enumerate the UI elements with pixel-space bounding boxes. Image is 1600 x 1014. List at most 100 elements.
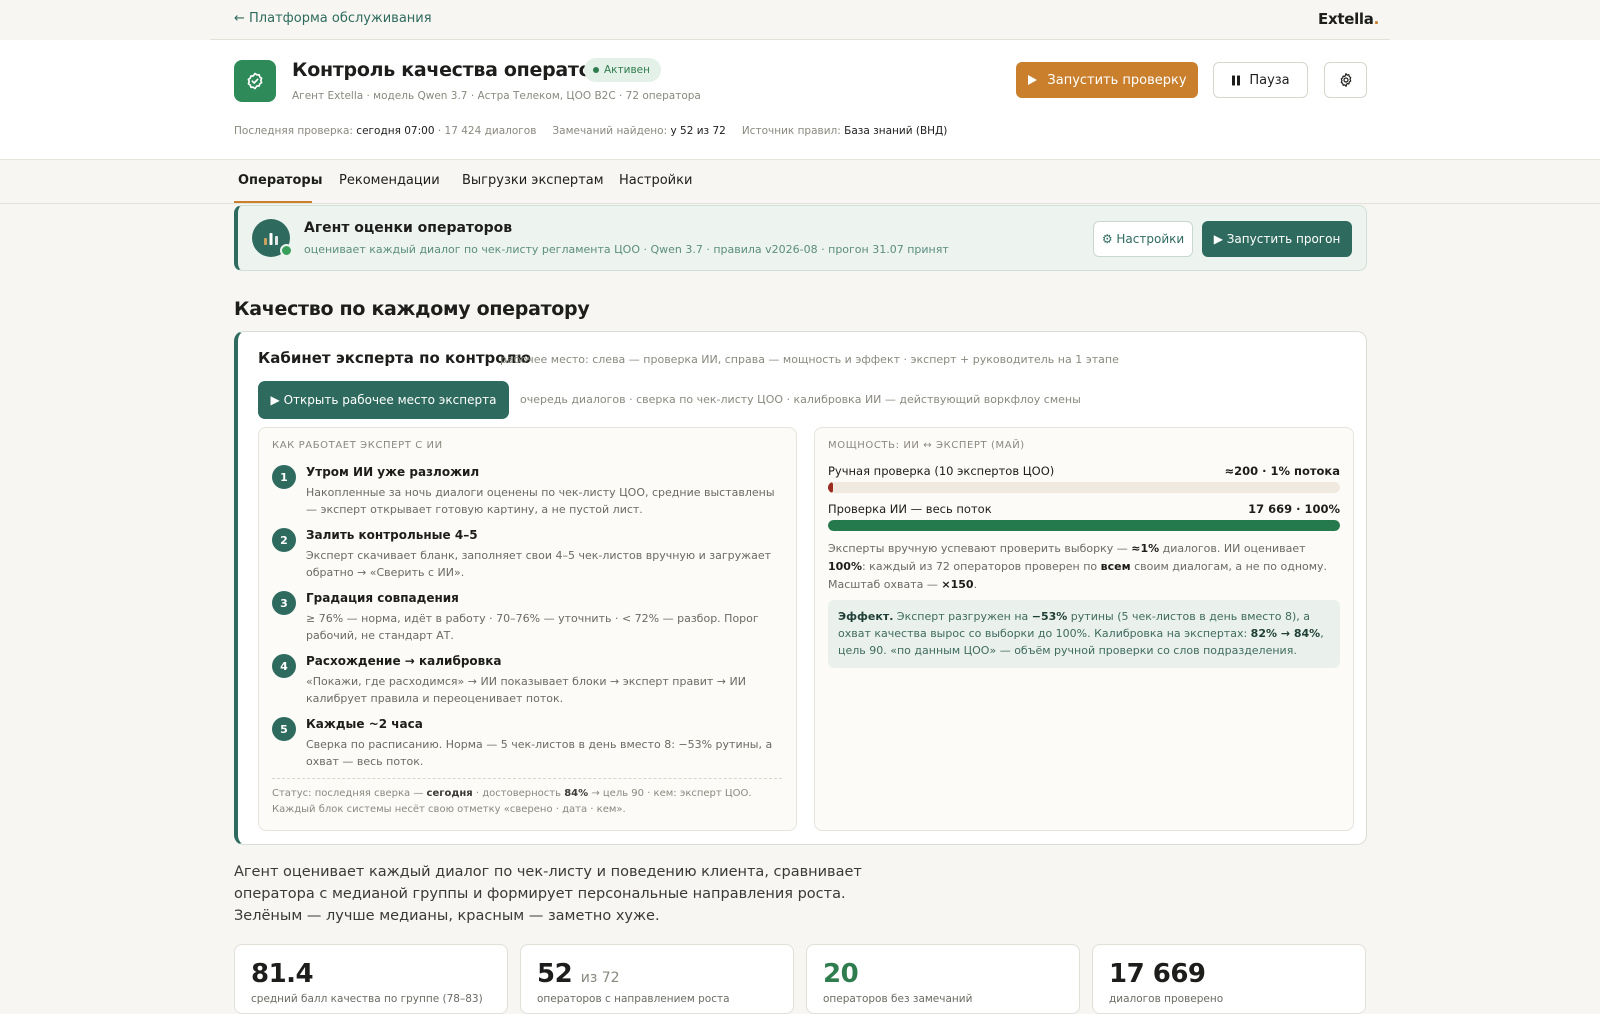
step-text: Эксперт скачивает бланк, заполняет свои … xyxy=(306,549,771,579)
step-title: Градация совпадения xyxy=(306,591,459,605)
meta-issues-value: у 52 из 72 xyxy=(670,125,726,137)
agent-description: оценивает каждый диалог по чек-листу рег… xyxy=(304,243,949,256)
kpi-card: 20 операторов без замечаний xyxy=(806,944,1080,1014)
run-check-label: Запустить проверку xyxy=(1047,72,1187,88)
status-text: Статус: последняя сверка — xyxy=(272,788,427,799)
status-label: Активен xyxy=(604,64,650,76)
note-text: : каждый из 72 операторов проверен по xyxy=(861,560,1101,573)
page-title: Контроль качества операторов xyxy=(292,59,630,81)
kpi-label: операторов без замечаний xyxy=(823,993,973,1005)
tab-operators[interactable]: Операторы xyxy=(238,173,322,188)
note-emphasis: ×150 xyxy=(941,578,974,591)
kpi-value: 20 xyxy=(823,959,859,989)
step-text: ≥ 76% — норма, идёт в работу · 70–76% — … xyxy=(306,612,759,642)
note-text: Эксперты вручную успевают проверить выбо… xyxy=(828,542,1132,555)
brand-name: Extella xyxy=(1318,10,1374,28)
status-text: · достоверность xyxy=(472,788,565,799)
pause-icon xyxy=(1232,75,1241,85)
pause-button[interactable]: Пауза xyxy=(1213,62,1308,98)
capacity-panel: МОЩНОСТЬ: ИИ ↔ ЭКСПЕРТ (МАЙ) Ручная пров… xyxy=(814,427,1354,831)
kpi-label: диалогов проверено xyxy=(1109,993,1224,1005)
pause-label: Пауза xyxy=(1249,72,1290,88)
note-emphasis: ≈1% xyxy=(1131,542,1160,555)
brand-logo: Extella. xyxy=(1318,10,1379,28)
panel-divider xyxy=(272,778,782,779)
section-title: Качество по каждому оператору xyxy=(234,298,590,320)
capacity-row-name: Ручная проверка (10 экспертов ЦОО) xyxy=(828,464,1055,478)
meta-row: Последняя проверка: сегодня 07:00 · 17 4… xyxy=(234,125,947,137)
tab-settings[interactable]: Настройки xyxy=(619,173,692,188)
capacity-row-name: Проверка ИИ — весь поток xyxy=(828,502,992,516)
step-title: Утром ИИ уже разложил xyxy=(306,465,480,479)
status-dot-icon xyxy=(593,67,599,73)
back-link[interactable]: ← Платформа обслуживания xyxy=(234,11,432,26)
status-emphasis: 84% xyxy=(564,788,589,799)
capacity-track xyxy=(828,482,1340,493)
page-subtitle: Агент Extella · модель Qwen 3.7 · Астра … xyxy=(292,90,701,102)
agent-run-button[interactable]: ▶ Запустить прогон xyxy=(1202,221,1352,257)
tab-recommendations[interactable]: Рекомендации xyxy=(339,173,440,188)
verification-status: Статус: последняя сверка — сегодня · дос… xyxy=(272,786,782,818)
kpi-number: 17 669 xyxy=(1109,959,1206,989)
kpi-number: 52 xyxy=(537,959,573,989)
effect-emphasis: Эффект. xyxy=(838,610,894,623)
status-badge: Активен xyxy=(584,58,661,82)
step-text: Накопленные за ночь диалоги оценены по ч… xyxy=(306,486,775,516)
capacity-label: МОЩНОСТЬ: ИИ ↔ ЭКСПЕРТ (МАЙ) xyxy=(828,440,1025,451)
kpi-label: средний балл качества по группе (78–83) xyxy=(251,993,483,1005)
expert-cabinet-card: Кабинет эксперта по контролю рабочее мес… xyxy=(234,331,1367,845)
note-text: диалогов. ИИ оценивает xyxy=(1159,542,1306,555)
kpi-value: 52 из 72 xyxy=(537,959,620,989)
kpi-number: 20 xyxy=(823,959,859,989)
tab-expert-exports[interactable]: Выгрузки экспертам xyxy=(462,173,604,188)
shield-check-icon xyxy=(247,72,263,90)
bar-chart-icon xyxy=(264,233,278,245)
capacity-row-value: ≈200 · 1% потока xyxy=(1224,464,1340,478)
step-number: 1 xyxy=(272,465,296,489)
meta-source-value: База знаний (ВНД) xyxy=(844,125,948,137)
meta-last-check-label: Последняя проверка: xyxy=(234,125,353,137)
open-workspace-button[interactable]: ▶ Открыть рабочее место эксперта xyxy=(258,381,509,419)
how-it-works-label: КАК РАБОТАЕТ ЭКСПЕРТ С ИИ xyxy=(272,440,443,451)
how-it-works-panel: КАК РАБОТАЕТ ЭКСПЕРТ С ИИ 1 Утром ИИ уже… xyxy=(258,427,797,831)
effect-callout: Эффект. Эксперт разгружен на −53% рутины… xyxy=(828,600,1340,668)
kpi-card: 52 из 72 операторов с направлением роста xyxy=(520,944,794,1014)
step-title: Залить контрольные 4–5 xyxy=(306,528,478,542)
play-icon xyxy=(1028,75,1038,85)
cabinet-hint: рабочее место: слева — проверка ИИ, спра… xyxy=(500,353,1119,366)
kpi-value: 17 669 xyxy=(1109,959,1206,989)
meta-source: Источник правил: База знаний (ВНД) xyxy=(742,125,948,137)
cabinet-title: Кабинет эксперта по контролю xyxy=(258,349,532,367)
page-header: Контроль качества операторов Активен Аге… xyxy=(0,40,1600,160)
effect-text: Эксперт разгружен на xyxy=(893,610,1032,623)
note-text: . xyxy=(973,578,978,591)
settings-button[interactable] xyxy=(1324,62,1367,98)
top-bar: ← Платформа обслуживания Extella. xyxy=(0,0,1600,40)
effect-emphasis: 82% → 84% xyxy=(1250,627,1321,640)
step-number: 3 xyxy=(272,591,296,615)
agent-title: Агент оценки операторов xyxy=(304,220,513,236)
tab-bar: Операторы Рекомендации Выгрузки эксперта… xyxy=(0,160,1600,204)
run-check-button[interactable]: Запустить проверку xyxy=(1016,62,1198,98)
kpi-label: операторов с направлением роста xyxy=(537,993,730,1005)
meta-issues-label: Замечаний найдено: xyxy=(552,125,668,137)
active-tab-indicator xyxy=(234,201,312,203)
kpi-suffix: из 72 xyxy=(580,970,620,986)
online-indicator-icon xyxy=(280,244,293,257)
step-text: Сверка по расписанию. Норма — 5 чек-лист… xyxy=(306,738,773,768)
agent-banner: Агент оценки операторов оценивает каждый… xyxy=(234,205,1367,271)
meta-last-check: Последняя проверка: сегодня 07:00 · 17 4… xyxy=(234,125,536,137)
intro-paragraph: Агент оценивает каждый диалог по чек-лис… xyxy=(234,864,862,924)
capacity-fill-ai xyxy=(828,520,1340,531)
capacity-note: Эксперты вручную успевают проверить выбо… xyxy=(828,540,1340,594)
note-emphasis: 100% xyxy=(828,560,862,573)
step-title: Каждые ~2 часа xyxy=(306,717,423,731)
agent-settings-button[interactable]: ⚙ Настройки xyxy=(1093,221,1193,257)
meta-source-label: Источник правил: xyxy=(741,125,841,137)
meta-last-check-value: сегодня 07:00 xyxy=(356,125,435,137)
agent-logo xyxy=(234,60,276,102)
open-workspace-hint: очередь диалогов · сверка по чек-листу Ц… xyxy=(520,393,1081,406)
step-number: 5 xyxy=(272,717,296,741)
step-number: 2 xyxy=(272,528,296,552)
capacity-fill-manual xyxy=(828,482,834,493)
